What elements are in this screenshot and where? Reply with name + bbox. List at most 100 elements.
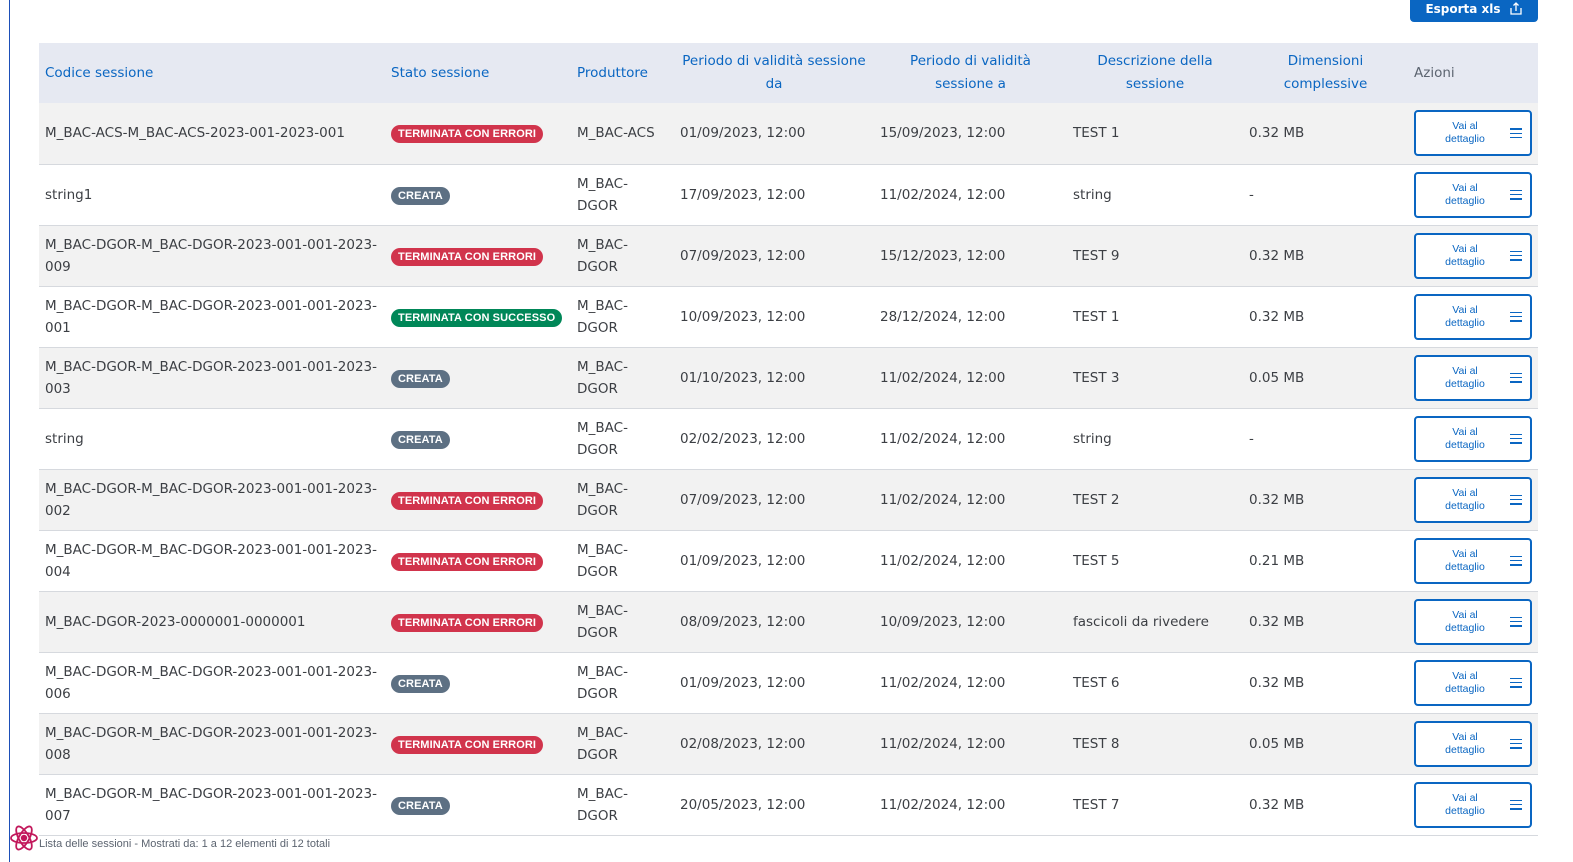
table-row: M_BAC-DGOR-M_BAC-DGOR-2023-001-001-2023-… — [39, 347, 1538, 408]
header-periodo-a[interactable]: Periodo di validità sessione a — [874, 43, 1067, 103]
menu-icon — [1510, 128, 1522, 139]
cell-produttore: M_BAC-DGOR — [577, 663, 628, 702]
cell-azioni: Vai al dettaglio — [1408, 225, 1538, 286]
cell-azioni: Vai al dettaglio — [1408, 652, 1538, 713]
detail-button[interactable]: Vai al dettaglio — [1414, 659, 1532, 706]
detail-button[interactable]: Vai al dettaglio — [1414, 110, 1532, 157]
cell-dimensioni: - — [1249, 186, 1254, 203]
cell-periodo-da: 01/10/2023, 12:00 — [680, 369, 806, 386]
cell-periodo-da: 17/09/2023, 12:00 — [680, 186, 806, 203]
cell-stato: CREATA — [385, 408, 571, 469]
cell-descrizione: fascicoli da rivedere — [1073, 613, 1209, 630]
header-produttore[interactable]: Produttore — [571, 43, 674, 103]
menu-icon — [1510, 189, 1522, 200]
detail-button-label: Vai al dettaglio — [1445, 181, 1485, 207]
detail-button[interactable]: Vai al dettaglio — [1414, 781, 1532, 828]
header-codice-sessione[interactable]: Codice sessione — [39, 43, 385, 103]
cell-stato: TERMINATA CON ERRORI — [385, 225, 571, 286]
cell-descrizione: TEST 5 — [1073, 552, 1120, 569]
status-badge: CREATA — [391, 674, 450, 693]
cell-periodo-a: 15/12/2023, 12:00 — [880, 247, 1006, 264]
cell-stato: TERMINATA CON ERRORI — [385, 713, 571, 774]
cell-periodo-a: 28/12/2024, 12:00 — [880, 308, 1006, 325]
cell-periodo-da: 08/09/2023, 12:00 — [680, 613, 806, 630]
cell-periodo-da: 01/09/2023, 12:00 — [680, 552, 806, 569]
detail-button[interactable]: Vai al dettaglio — [1414, 232, 1532, 279]
export-xls-button[interactable]: Esporta xls — [1410, 0, 1538, 22]
cell-dimensioni: 0.05 MB — [1249, 735, 1305, 752]
cell-periodo-a: 10/09/2023, 12:00 — [880, 613, 1006, 630]
cell-produttore: M_BAC-DGOR — [577, 480, 628, 519]
cell-stato: CREATA — [385, 652, 571, 713]
detail-button[interactable]: Vai al dettaglio — [1414, 720, 1532, 767]
cell-codice-sessione: string — [45, 430, 84, 447]
table-row: M_BAC-DGOR-M_BAC-DGOR-2023-001-001-2023-… — [39, 469, 1538, 530]
cell-descrizione: string — [1073, 430, 1112, 447]
react-devtools-icon[interactable] — [8, 822, 40, 854]
table-row: string1 CREATA M_BAC-DGOR 17/09/2023, 12:00… — [39, 164, 1538, 225]
cell-descrizione: TEST 2 — [1073, 491, 1120, 508]
status-badge: TERMINATA CON SUCCESSO — [391, 308, 563, 327]
cell-produttore: M_BAC-DGOR — [577, 602, 628, 641]
cell-dimensioni: - — [1249, 430, 1254, 447]
cell-periodo-a: 11/02/2024, 12:00 — [880, 491, 1006, 508]
cell-stato: TERMINATA CON ERRORI — [385, 591, 571, 652]
header-periodo-da[interactable]: Periodo di validità sessione da — [674, 43, 874, 103]
table-row: string CREATA M_BAC-DGOR 02/02/2023, 12:00 1… — [39, 408, 1538, 469]
cell-azioni: Vai al dettaglio — [1408, 286, 1538, 347]
cell-dimensioni: 0.32 MB — [1249, 125, 1305, 142]
menu-icon — [1510, 677, 1522, 688]
table-row: M_BAC-DGOR-2023-0000001-0000001 TERMINATA… — [39, 591, 1538, 652]
detail-button[interactable]: Vai al dettaglio — [1414, 598, 1532, 645]
cell-produttore: M_BAC-DGOR — [577, 724, 628, 763]
menu-icon — [1510, 738, 1522, 749]
detail-button[interactable]: Vai al dettaglio — [1414, 537, 1532, 584]
menu-icon — [1510, 799, 1522, 810]
cell-produttore: M_BAC-DGOR — [577, 175, 628, 214]
status-badge: CREATA — [391, 430, 450, 449]
cell-azioni: Vai al dettaglio — [1408, 408, 1538, 469]
header-stato-sessione[interactable]: Stato sessione — [385, 43, 571, 103]
cell-produttore: M_BAC-DGOR — [577, 785, 628, 824]
cell-stato: TERMINATA CON ERRORI — [385, 103, 571, 164]
cell-codice-sessione: M_BAC-ACS-M_BAC-ACS-2023-001-2023-001 — [45, 125, 345, 142]
detail-button[interactable]: Vai al dettaglio — [1414, 354, 1532, 401]
cell-periodo-a: 11/02/2024, 12:00 — [880, 369, 1006, 386]
cell-stato: TERMINATA CON ERRORI — [385, 530, 571, 591]
header-descrizione[interactable]: Descrizione della sessione — [1067, 43, 1243, 103]
cell-periodo-da: 01/09/2023, 12:00 — [680, 125, 806, 142]
status-badge: TERMINATA CON ERRORI — [391, 247, 544, 266]
cell-dimensioni: 0.05 MB — [1249, 369, 1305, 386]
cell-periodo-da: 07/09/2023, 12:00 — [680, 491, 806, 508]
cell-azioni: Vai al dettaglio — [1408, 530, 1538, 591]
page-left-border — [9, 0, 10, 862]
detail-button-label: Vai al dettaglio — [1445, 547, 1485, 573]
header-dimensioni[interactable]: Dimensioni complessive — [1243, 43, 1408, 103]
cell-azioni: Vai al dettaglio — [1408, 591, 1538, 652]
cell-produttore: M_BAC-DGOR — [577, 541, 628, 580]
detail-button[interactable]: Vai al dettaglio — [1414, 415, 1532, 462]
cell-periodo-a: 11/02/2024, 12:00 — [880, 430, 1006, 447]
cell-codice-sessione: string1 — [45, 186, 93, 203]
cell-periodo-da: 07/09/2023, 12:00 — [680, 247, 806, 264]
cell-stato: TERMINATA CON ERRORI — [385, 469, 571, 530]
detail-button[interactable]: Vai al dettaglio — [1414, 171, 1532, 218]
cell-stato: CREATA — [385, 164, 571, 225]
detail-button-label: Vai al dettaglio — [1445, 486, 1485, 512]
detail-button[interactable]: Vai al dettaglio — [1414, 293, 1532, 340]
cell-codice-sessione: M_BAC-DGOR-2023-0000001-0000001 — [45, 613, 306, 630]
table-row: M_BAC-ACS-M_BAC-ACS-2023-001-2023-001 TER… — [39, 103, 1538, 164]
cell-stato: CREATA — [385, 347, 571, 408]
cell-periodo-da: 02/02/2023, 12:00 — [680, 430, 806, 447]
cell-azioni: Vai al dettaglio — [1408, 103, 1538, 164]
table-body: M_BAC-ACS-M_BAC-ACS-2023-001-2023-001 TER… — [39, 103, 1538, 835]
detail-button-label: Vai al dettaglio — [1445, 303, 1485, 329]
status-badge: CREATA — [391, 796, 450, 815]
cell-produttore: M_BAC-ACS — [577, 125, 655, 142]
menu-icon — [1510, 433, 1522, 444]
cell-codice-sessione: M_BAC-DGOR-M_BAC-DGOR-2023-001-001-2023-… — [45, 297, 378, 336]
cell-descrizione: TEST 8 — [1073, 735, 1120, 752]
detail-button[interactable]: Vai al dettaglio — [1414, 476, 1532, 523]
cell-periodo-da: 02/08/2023, 12:00 — [680, 735, 806, 752]
menu-icon — [1510, 250, 1522, 261]
